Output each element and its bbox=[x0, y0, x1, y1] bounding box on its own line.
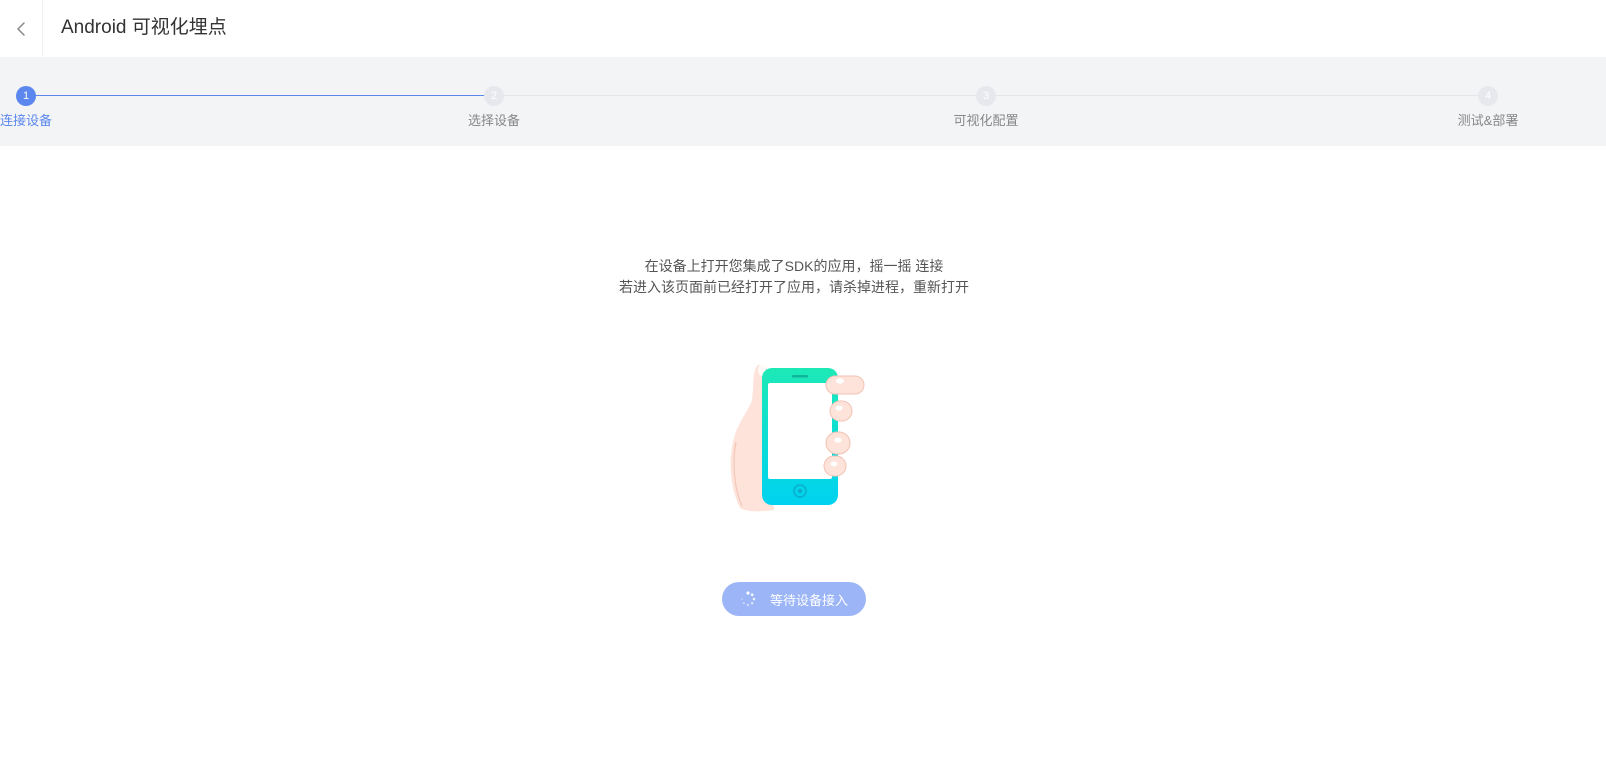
page-title: Android 可视化埋点 bbox=[61, 17, 227, 38]
step-2-label: 选择设备 bbox=[467, 113, 521, 128]
steps-track-progress bbox=[26, 95, 494, 96]
step-1-dot: 1 bbox=[16, 86, 36, 106]
progress-steps: 1 连接设备 2 选择设备 3 可视化配置 4 测试&部署 bbox=[0, 57, 1606, 146]
step-3-dot: 3 bbox=[976, 86, 996, 106]
step-4-label: 测试&部署 bbox=[1457, 113, 1519, 128]
instruction-line-1: 在设备上打开您集成了SDK的应用，摇一摇 连接 bbox=[644, 258, 944, 274]
step-1-label: 连接设备 bbox=[0, 113, 53, 128]
loading-spinner-icon bbox=[741, 591, 756, 607]
step-3-label: 可视化配置 bbox=[953, 113, 1019, 128]
connect-instructions: 在设备上打开您集成了SDK的应用，摇一摇 连接 若进入该页面前已经打开了应用，请… bbox=[0, 256, 1588, 298]
step-4-dot: 4 bbox=[1478, 86, 1498, 106]
top-bar: Android 可视化埋点 bbox=[0, 0, 1606, 57]
chevron-left-icon bbox=[17, 21, 25, 36]
instruction-line-2: 若进入该页面前已经打开了应用，请杀掉进程，重新打开 bbox=[619, 279, 969, 295]
back-button[interactable] bbox=[0, 0, 43, 57]
step-2-dot: 2 bbox=[484, 86, 504, 106]
wait-device-label: 等待设备接入 bbox=[769, 592, 848, 608]
hand-holding-phone-illustration bbox=[730, 364, 865, 512]
wait-device-button[interactable]: 等待设备接入 bbox=[722, 582, 866, 616]
